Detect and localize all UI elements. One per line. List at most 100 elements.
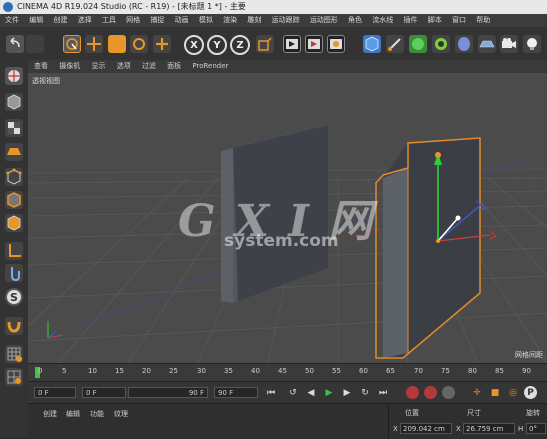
right-box-object[interactable] bbox=[375, 137, 481, 359]
model-mode-icon[interactable] bbox=[5, 67, 23, 85]
subdivision-icon[interactable] bbox=[409, 35, 427, 53]
key-position-icon[interactable]: ✛ bbox=[470, 386, 484, 400]
coord-x-label: X bbox=[393, 425, 398, 433]
lock-workplane-icon[interactable] bbox=[5, 368, 23, 386]
menu-snap[interactable]: 捕捉 bbox=[150, 16, 164, 24]
menu-character[interactable]: 角色 bbox=[348, 16, 362, 24]
coord-h-label: H bbox=[518, 425, 524, 433]
next-frame-icon[interactable]: ▶ bbox=[340, 386, 354, 400]
menu-mograph[interactable]: 运动图形 bbox=[310, 16, 338, 24]
watermark-url: system.com bbox=[224, 231, 339, 251]
material-tab-create[interactable]: 创建 bbox=[43, 409, 57, 419]
previous-frame-icon[interactable]: ◀ bbox=[304, 386, 318, 400]
previous-key-icon[interactable]: ↺ bbox=[286, 386, 300, 400]
vp-menu-panel[interactable]: 面板 bbox=[167, 62, 181, 70]
vp-menu-display[interactable]: 显示 bbox=[91, 62, 105, 70]
grid-snap-icon[interactable] bbox=[5, 345, 23, 363]
vp-menu-filter[interactable]: 过滤 bbox=[142, 62, 156, 70]
redo-icon[interactable] bbox=[26, 35, 44, 53]
texture-mode-icon[interactable] bbox=[5, 119, 23, 137]
menu-motion-tracking[interactable]: 运动跟踪 bbox=[272, 16, 300, 24]
key-scale-icon[interactable]: ■ bbox=[488, 386, 502, 400]
rotate-icon[interactable] bbox=[130, 35, 148, 53]
menu-file[interactable]: 文件 bbox=[5, 16, 19, 24]
scale-icon[interactable] bbox=[108, 35, 126, 53]
solo-icon[interactable]: S bbox=[5, 288, 23, 306]
menu-animate[interactable]: 动画 bbox=[175, 16, 189, 24]
rotation-h-field[interactable]: 0° bbox=[526, 423, 546, 434]
tweak-mode-icon[interactable] bbox=[5, 264, 23, 282]
world-coord-icon[interactable] bbox=[256, 35, 274, 53]
viewport-menu: 查看 摄像机 显示 选项 过滤 面板 ProRender bbox=[28, 60, 547, 73]
tick-5: 5 bbox=[62, 367, 67, 375]
deformer-icon[interactable] bbox=[455, 35, 473, 53]
timeline-ruler[interactable]: 0 5 10 15 20 25 30 35 40 45 50 55 60 65 … bbox=[28, 363, 547, 382]
size-x-field[interactable]: 26.759 cm bbox=[463, 423, 515, 434]
menu-mesh[interactable]: 网格 bbox=[126, 16, 140, 24]
axis-mode-icon[interactable] bbox=[5, 242, 23, 260]
menu-tools[interactable]: 工具 bbox=[102, 16, 116, 24]
record-active-icon[interactable] bbox=[406, 386, 419, 399]
next-key-icon[interactable]: ↻ bbox=[358, 386, 372, 400]
position-x-field[interactable]: 209.042 cm bbox=[400, 423, 452, 434]
tick-50: 50 bbox=[305, 367, 314, 375]
x-axis-icon[interactable]: X bbox=[184, 35, 204, 55]
grid-spacing-label: 网格间距 bbox=[515, 351, 543, 359]
render-view-icon[interactable] bbox=[283, 35, 301, 53]
live-selection-icon[interactable] bbox=[63, 35, 81, 53]
vp-menu-cameras[interactable]: 摄像机 bbox=[59, 62, 80, 70]
tick-55: 55 bbox=[332, 367, 341, 375]
menu-plugins[interactable]: 插件 bbox=[404, 16, 418, 24]
menu-edit[interactable]: 编辑 bbox=[29, 16, 43, 24]
light-icon[interactable] bbox=[523, 35, 541, 53]
cube-icon[interactable] bbox=[363, 35, 381, 53]
vp-menu-options[interactable]: 选项 bbox=[117, 62, 131, 70]
floor-icon[interactable] bbox=[478, 35, 496, 53]
menu-render[interactable]: 渲染 bbox=[223, 16, 237, 24]
end-frame-field[interactable]: 90 F bbox=[214, 387, 258, 398]
camera-icon[interactable] bbox=[500, 35, 518, 53]
menu-select[interactable]: 选择 bbox=[78, 16, 92, 24]
y-axis-icon[interactable]: Y bbox=[207, 35, 227, 55]
go-to-end-icon[interactable]: ⏭ bbox=[376, 386, 390, 400]
play-icon[interactable]: ▶ bbox=[322, 386, 336, 400]
material-tab-function[interactable]: 功能 bbox=[90, 409, 104, 419]
pen-icon[interactable] bbox=[386, 35, 404, 53]
material-tab-texture[interactable]: 纹理 bbox=[114, 409, 128, 419]
object-mode-icon[interactable] bbox=[5, 93, 23, 111]
vp-menu-view[interactable]: 查看 bbox=[34, 62, 48, 70]
menu-create[interactable]: 创建 bbox=[53, 16, 67, 24]
autokey-icon[interactable] bbox=[424, 386, 437, 399]
menu-sculpt[interactable]: 雕刻 bbox=[247, 16, 261, 24]
vp-menu-prorender[interactable]: ProRender bbox=[192, 62, 228, 70]
add-icon[interactable] bbox=[153, 35, 171, 53]
start-frame-field[interactable]: 0 F bbox=[34, 387, 76, 398]
transport-bar: 0 F 0 F 90 F 90 F ⏮ ↺ ◀ ▶ ▶ ↻ ⏭ ✛ ■ ◎ P bbox=[28, 381, 547, 404]
preview-range-slider[interactable]: 90 F bbox=[128, 387, 208, 398]
menu-help[interactable]: 帮助 bbox=[476, 16, 490, 24]
keyframe-selection-icon[interactable] bbox=[442, 386, 455, 399]
current-frame-field[interactable]: 0 F bbox=[82, 387, 126, 398]
render-picture-viewer-icon[interactable] bbox=[305, 35, 323, 53]
material-tab-edit[interactable]: 编辑 bbox=[66, 409, 80, 419]
tick-0: 0 bbox=[38, 367, 43, 375]
key-rotation-icon[interactable]: ◎ bbox=[506, 386, 520, 400]
z-axis-icon[interactable]: Z bbox=[230, 35, 250, 55]
edges-mode-icon[interactable] bbox=[5, 191, 23, 209]
tick-70: 70 bbox=[414, 367, 423, 375]
key-parameter-icon[interactable]: P bbox=[524, 386, 537, 399]
points-mode-icon[interactable] bbox=[5, 168, 23, 186]
menu-simulate[interactable]: 模拟 bbox=[199, 16, 213, 24]
perspective-viewport[interactable]: 透视视图 网格间距 G X I 网 system.com bbox=[28, 73, 547, 363]
magnet-icon[interactable] bbox=[5, 317, 23, 335]
menu-pipeline[interactable]: 流水线 bbox=[372, 16, 393, 24]
render-settings-icon[interactable] bbox=[327, 35, 345, 53]
polygons-mode-icon[interactable] bbox=[5, 214, 23, 232]
go-to-start-icon[interactable]: ⏮ bbox=[264, 386, 278, 400]
workplane-icon[interactable] bbox=[5, 143, 23, 161]
undo-icon[interactable] bbox=[6, 35, 24, 53]
move-icon[interactable] bbox=[85, 35, 103, 53]
menu-window[interactable]: 窗口 bbox=[452, 16, 466, 24]
menu-script[interactable]: 脚本 bbox=[428, 16, 442, 24]
cloner-icon[interactable] bbox=[432, 35, 450, 53]
